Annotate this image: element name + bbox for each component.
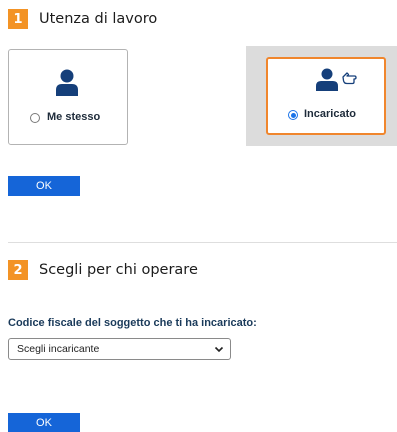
person-icon	[56, 69, 78, 96]
option-incaricato[interactable]: Incaricato	[266, 57, 386, 135]
radio-incaricato[interactable]	[288, 110, 298, 120]
person-icon	[316, 68, 338, 91]
section-1-title: Utenza di lavoro	[39, 11, 158, 27]
chevron-down-icon	[214, 346, 224, 353]
select-value: Scegli incaricante	[17, 343, 100, 355]
ok-button-2[interactable]: OK	[8, 413, 80, 432]
section-2-header: 2 Scegli per chi operare	[8, 260, 198, 280]
codice-fiscale-label: Codice fiscale del soggetto che ti ha in…	[8, 317, 257, 329]
ok-button-1[interactable]: OK	[8, 176, 80, 196]
option-me-stesso-label: Me stesso	[47, 111, 101, 123]
incaricante-select[interactable]: Scegli incaricante	[8, 338, 231, 360]
radio-me-stesso[interactable]	[30, 113, 40, 123]
step-badge-1: 1	[8, 9, 28, 29]
section-1-header: 1 Utenza di lavoro	[8, 9, 157, 29]
option-me-stesso[interactable]: Me stesso	[8, 49, 128, 145]
pointing-hand-icon	[342, 72, 357, 85]
step-badge-2: 2	[8, 260, 28, 280]
section-2-title: Scegli per chi operare	[39, 262, 198, 278]
option-incaricato-label: Incaricato	[304, 108, 356, 120]
section-divider	[8, 242, 397, 243]
